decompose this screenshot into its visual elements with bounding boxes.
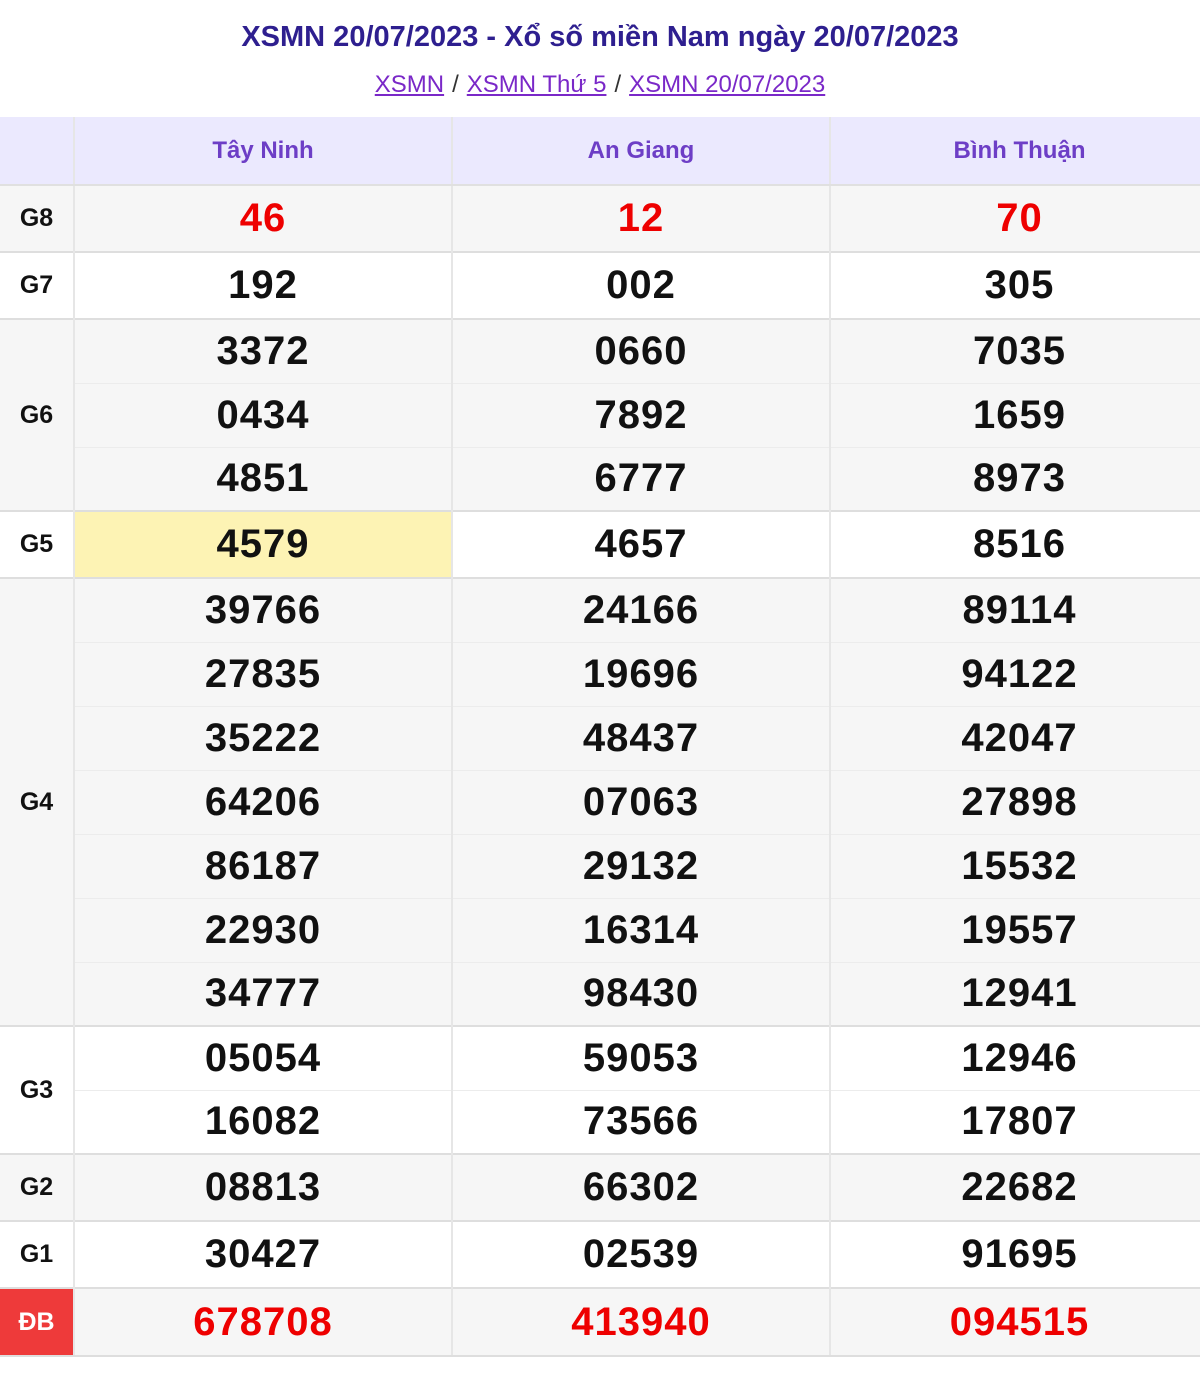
prize-label: G3 xyxy=(0,1026,75,1154)
prize-row-g6: G6 3372 0660 7035 xyxy=(0,319,1200,511)
result-number: 192 xyxy=(74,252,453,319)
result-number: 4657 xyxy=(452,511,831,578)
result-number-highlighted: 4579 xyxy=(74,511,453,578)
result-number: 305 xyxy=(984,263,1055,307)
province-header[interactable]: Bình Thuận xyxy=(830,117,1200,186)
breadcrumb-link-xsmn-thu-5[interactable]: XSMN Thứ 5 xyxy=(467,71,607,98)
result-number: 27898 xyxy=(830,769,1200,834)
prize-label: G6 xyxy=(0,319,75,511)
result-number: 22930 xyxy=(74,897,453,962)
breadcrumb-link-xsmn-date[interactable]: XSMN 20/07/2023 xyxy=(629,71,825,98)
result-number: 86187 xyxy=(74,833,453,898)
prize-row-g4: G4 39766 24166 89114 xyxy=(0,578,1200,1026)
result-number: 73566 xyxy=(452,1089,831,1154)
result-number: 48437 xyxy=(452,705,831,770)
result-number: 8516 xyxy=(973,522,1066,566)
breadcrumb-link-xsmn[interactable]: XSMN xyxy=(375,71,444,98)
prize-row-g7: G7 192 002 305 xyxy=(0,252,1200,319)
result-number: 29132 xyxy=(452,833,831,898)
result-number: 16082 xyxy=(74,1089,453,1154)
result-number: 30427 xyxy=(74,1221,453,1288)
province-header-row: Tây Ninh An Giang Bình Thuận xyxy=(0,117,1200,186)
result-number: 34777 xyxy=(74,961,453,1026)
breadcrumb-separator: / xyxy=(452,71,459,98)
result-number: 89114 xyxy=(962,587,1077,632)
breadcrumb: XSMN / XSMN Thứ 5 / XSMN 20/07/2023 xyxy=(0,68,1200,102)
prize-row-g4: 35222 48437 42047 xyxy=(0,705,1200,770)
result-number: 19557 xyxy=(830,897,1200,962)
prize-row-g8: G8 46 12 70 xyxy=(0,185,1200,252)
prize-row-g6: 0434 7892 1659 xyxy=(0,382,1200,447)
result-number: 0660 xyxy=(452,319,831,383)
result-number: 7035 xyxy=(973,328,1066,373)
breadcrumb-separator: / xyxy=(614,71,622,98)
result-number: 12946 xyxy=(961,1035,1078,1080)
result-number: 15532 xyxy=(830,833,1200,898)
prize-row-g4: 86187 29132 15532 xyxy=(0,833,1200,898)
prize-row-g6: 4851 6777 8973 xyxy=(0,446,1200,511)
prize-label: G1 xyxy=(0,1221,75,1288)
prize-row-g4: 64206 07063 27898 xyxy=(0,769,1200,834)
result-number: 12 xyxy=(452,185,831,252)
result-number: 002 xyxy=(452,252,831,319)
prize-label: G2 xyxy=(0,1154,75,1221)
result-number: 16314 xyxy=(452,897,831,962)
result-number: 4851 xyxy=(74,446,453,511)
page-title: XSMN 20/07/2023 - Xổ số miền Nam ngày 20… xyxy=(241,21,959,53)
special-prize-number: 094515 xyxy=(830,1288,1200,1357)
result-number: 08813 xyxy=(74,1154,453,1221)
result-number: 17807 xyxy=(830,1089,1200,1154)
special-prize-number: 413940 xyxy=(452,1288,831,1357)
result-number: 22682 xyxy=(961,1165,1078,1209)
prize-column-header xyxy=(0,117,75,186)
result-number: 7892 xyxy=(452,382,831,447)
result-number: 64206 xyxy=(74,769,453,834)
province-header[interactable]: An Giang xyxy=(452,117,831,186)
special-prize-number: 678708 xyxy=(74,1288,453,1357)
results-table: Tây Ninh An Giang Bình Thuận G8 46 12 70… xyxy=(0,117,1200,1357)
result-number: 24166 xyxy=(452,578,831,642)
result-number: 91695 xyxy=(961,1232,1078,1276)
prize-label: G4 xyxy=(0,578,75,1026)
result-number: 39766 xyxy=(74,578,453,642)
result-number: 98430 xyxy=(452,961,831,1026)
prize-label: G7 xyxy=(0,252,75,319)
result-number: 6777 xyxy=(452,446,831,511)
result-number: 59053 xyxy=(452,1026,831,1090)
province-header[interactable]: Tây Ninh xyxy=(74,117,453,186)
result-number: 94122 xyxy=(830,641,1200,706)
result-number: 3372 xyxy=(74,319,453,383)
result-number: 70 xyxy=(996,196,1043,240)
result-number: 0434 xyxy=(74,382,453,447)
prize-row-g4: 27835 19696 94122 xyxy=(0,641,1200,706)
result-number: 66302 xyxy=(452,1154,831,1221)
prize-row-g4: 34777 98430 12941 xyxy=(0,961,1200,1026)
result-number: 46 xyxy=(74,185,453,252)
prize-label: G8 xyxy=(0,185,75,252)
result-number: 8973 xyxy=(830,446,1200,511)
prize-row-g4: 22930 16314 19557 xyxy=(0,897,1200,962)
result-number: 42047 xyxy=(830,705,1200,770)
result-number: 07063 xyxy=(452,769,831,834)
result-number: 05054 xyxy=(74,1026,453,1090)
prize-row-g3: G3 05054 59053 12946 xyxy=(0,1026,1200,1154)
prize-row-special: ĐB 678708 413940 094515 xyxy=(0,1288,1200,1357)
result-number: 27835 xyxy=(74,641,453,706)
result-number: 12941 xyxy=(830,961,1200,1026)
prize-row-g5: G5 4579 4657 8516 xyxy=(0,511,1200,578)
result-number: 35222 xyxy=(74,705,453,770)
prize-row-g1: G1 30427 02539 91695 xyxy=(0,1221,1200,1288)
prize-row-g2: G2 08813 66302 22682 xyxy=(0,1154,1200,1221)
result-number: 02539 xyxy=(452,1221,831,1288)
special-prize-label: ĐB xyxy=(0,1288,75,1357)
prize-label: G5 xyxy=(0,511,75,578)
result-number: 19696 xyxy=(452,641,831,706)
prize-row-g3: 16082 73566 17807 xyxy=(0,1089,1200,1154)
result-number: 1659 xyxy=(830,382,1200,447)
